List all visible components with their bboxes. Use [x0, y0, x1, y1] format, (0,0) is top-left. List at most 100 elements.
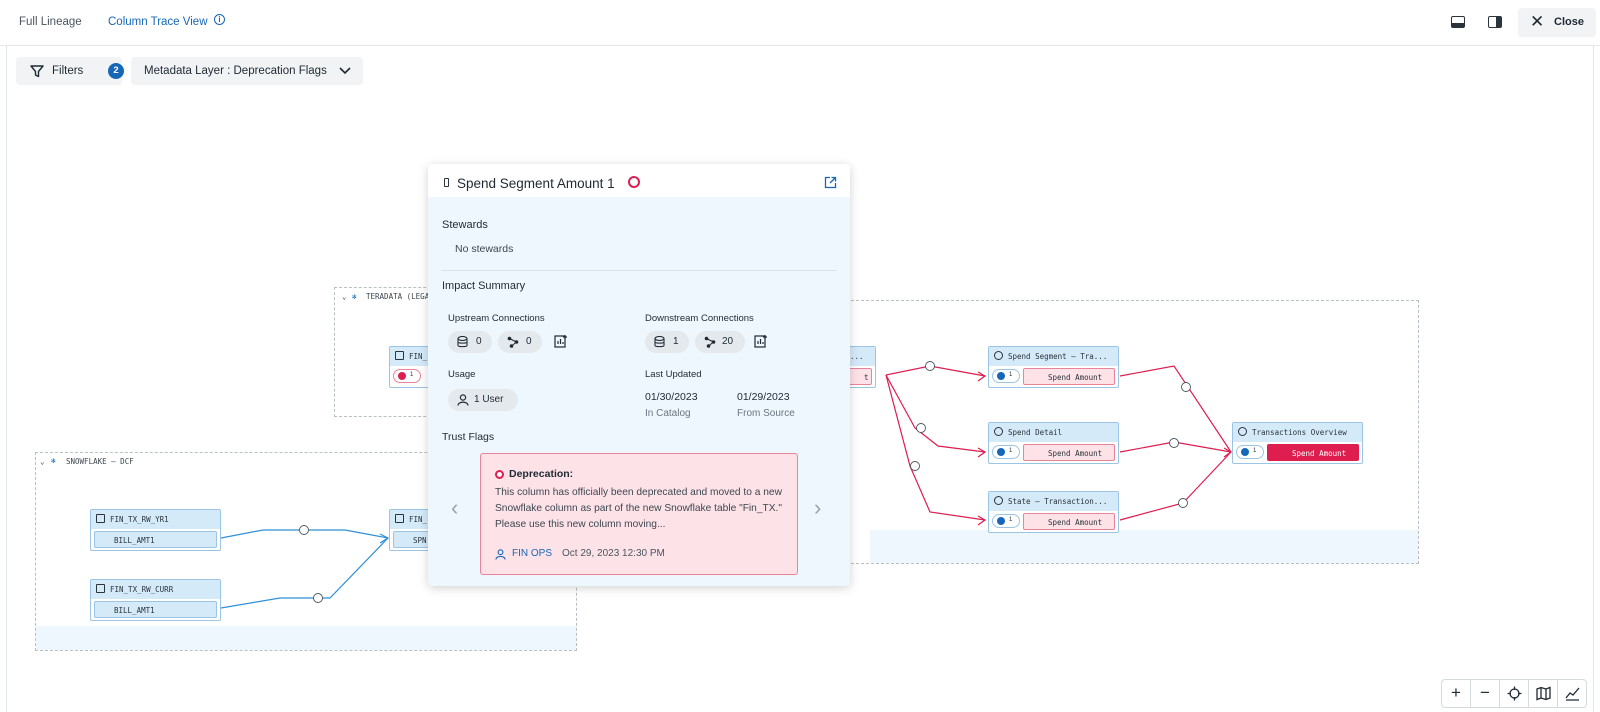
deprecation-flag-chip[interactable]: 1: [393, 369, 421, 383]
column-spend-amount[interactable]: Spend Amount: [1023, 513, 1115, 530]
node-spend-segment-tra[interactable]: Spend Segment – Tra... 1 Spend Amount: [988, 346, 1119, 388]
node-title: State – Transaction...: [1008, 497, 1108, 506]
column-spn[interactable]: SPN: [393, 531, 433, 548]
user-icon: [495, 549, 506, 560]
table-icon: [395, 514, 404, 523]
upstream-tables-stat[interactable]: 0: [448, 331, 492, 353]
node-spend-detail[interactable]: Spend Detail 1 Spend Amount: [988, 422, 1119, 464]
column-label: BILL_AMT1: [114, 536, 155, 545]
upstream-label: Upstream Connections: [448, 313, 545, 324]
downstream-tables-stat[interactable]: 1: [645, 331, 689, 353]
column-label: Spend Amount: [1048, 518, 1103, 527]
usage-label: Usage: [448, 369, 476, 380]
trust-flag-date: Oct 29, 2023 12:30 PM: [562, 548, 665, 559]
dashboard-icon: [994, 351, 1003, 360]
last-updated-label: Last Updated: [645, 369, 702, 380]
flag-count: 1: [410, 372, 414, 378]
flag-count: 1: [1009, 448, 1013, 454]
minimap-button[interactable]: [1529, 680, 1558, 707]
node-title: FIN_: [409, 352, 428, 361]
usage-stat[interactable]: 1 User: [448, 389, 518, 411]
trust-flag-next-arrow[interactable]: ›: [814, 495, 821, 521]
zoom-out-button[interactable]: −: [1471, 680, 1500, 707]
stewards-title: Stewards: [442, 219, 488, 231]
downstream-label: Downstream Connections: [645, 313, 754, 324]
upstream-lineage-count: 0: [526, 336, 532, 347]
node-state-transaction[interactable]: State – Transaction... 1 Spend Amount: [988, 491, 1119, 533]
column-label: BILL_AMT1: [114, 606, 155, 615]
column-label: Spend Amount: [1048, 373, 1103, 382]
flag-chip[interactable]: 1: [1236, 445, 1264, 459]
blue-edges: [220, 529, 390, 609]
deprecation-trust-flag-card[interactable]: Deprecation: This column has officially …: [480, 453, 798, 575]
dashboard-icon: [994, 496, 1003, 505]
node-fin-tx-rw-yr1[interactable]: FIN_TX_RW_YR1 BILL_AMT1: [90, 509, 221, 551]
map-icon: [1535, 686, 1551, 701]
node-title: FIN_: [409, 515, 428, 524]
column-spend-amount[interactable]: Spend Amount: [1023, 368, 1115, 385]
downstream-tables-count: 1: [673, 336, 679, 347]
node-title: ...: [850, 352, 864, 361]
column-label: Spend Amount: [1048, 449, 1103, 458]
node-title: Spend Detail: [1008, 428, 1063, 437]
flag-count: 1: [1009, 517, 1013, 523]
column-spend-amount-selected[interactable]: Spend Amount: [1267, 444, 1359, 461]
external-link-icon[interactable]: [824, 176, 837, 189]
node-title: Spend Segment – Tra...: [1008, 352, 1108, 361]
dashboard-icon: [1238, 427, 1247, 436]
popup-header: Spend Segment Amount 1: [428, 164, 850, 197]
column-icon: [444, 178, 449, 187]
column-spend-amount[interactable]: Spend Amount: [1023, 444, 1115, 461]
node-title: Transactions Overview: [1252, 428, 1347, 437]
edge-curr: [220, 537, 389, 609]
node-title: FIN_TX_RW_CURR: [110, 585, 174, 594]
upstream-tables-count: 0: [476, 336, 482, 347]
edge-state-overview: [1119, 451, 1232, 521]
trust-flag-text: This column has officially been deprecat…: [495, 487, 782, 530]
lineage-icon: [704, 336, 716, 348]
source-date: 01/29/2023: [737, 391, 790, 403]
node-title: FIN_TX_RW_YR1: [110, 515, 169, 524]
database-icon: [457, 336, 468, 348]
impact-report-icon[interactable]: [754, 334, 768, 348]
popup-title: Spend Segment Amount 1: [457, 176, 615, 191]
recenter-button[interactable]: [1500, 680, 1529, 707]
edge-state: [885, 374, 986, 521]
edge-spend-detail: [885, 374, 986, 453]
upstream-lineage-stat[interactable]: 0: [498, 331, 542, 353]
user-icon: [457, 394, 469, 406]
flag-chip[interactable]: 1: [992, 445, 1020, 459]
deprecation-icon: [495, 470, 504, 479]
source-label: From Source: [737, 408, 795, 419]
stewards-value: No stewards: [455, 243, 514, 255]
column-label: Spend Amount: [1292, 449, 1347, 458]
zoom-in-button[interactable]: +: [1442, 680, 1471, 707]
blue-edge-markers: [299, 525, 323, 603]
flag-count: 1: [1009, 372, 1013, 378]
impact-report-icon[interactable]: [554, 334, 568, 348]
flag-chip[interactable]: 1: [992, 514, 1020, 528]
trust-flag-prev-arrow[interactable]: ‹: [451, 495, 458, 521]
column-detail-popup: Spend Segment Amount 1 Stewards No stewa…: [428, 164, 850, 586]
trend-icon: [1565, 687, 1580, 701]
trust-flag-type: Deprecation:: [509, 468, 574, 480]
usage-value: 1 User: [474, 394, 504, 405]
column-label: t: [864, 373, 869, 382]
downstream-lineage-stat[interactable]: 20: [695, 331, 745, 353]
column-bill-amt1[interactable]: BILL_AMT1: [94, 601, 217, 618]
crosshair-icon: [1507, 686, 1521, 701]
table-icon: [395, 351, 404, 360]
flag-chip[interactable]: 1: [992, 369, 1020, 383]
node-transactions-overview[interactable]: Transactions Overview 1 Spend Amount: [1232, 422, 1363, 464]
dashboard-icon: [994, 427, 1003, 436]
trust-flag-author[interactable]: FIN OPS: [512, 548, 552, 559]
impact-summary-title: Impact Summary: [442, 280, 526, 292]
layout-button[interactable]: [1558, 680, 1587, 707]
column-bill-amt1[interactable]: BILL_AMT1: [94, 531, 217, 548]
node-fin-tx-rw-curr[interactable]: FIN_TX_RW_CURR BILL_AMT1: [90, 579, 221, 621]
column-label: SPN: [413, 536, 427, 545]
table-icon: [96, 514, 105, 523]
zoom-controls: + −: [1441, 679, 1587, 708]
table-icon: [96, 584, 105, 593]
divider: [441, 270, 837, 271]
